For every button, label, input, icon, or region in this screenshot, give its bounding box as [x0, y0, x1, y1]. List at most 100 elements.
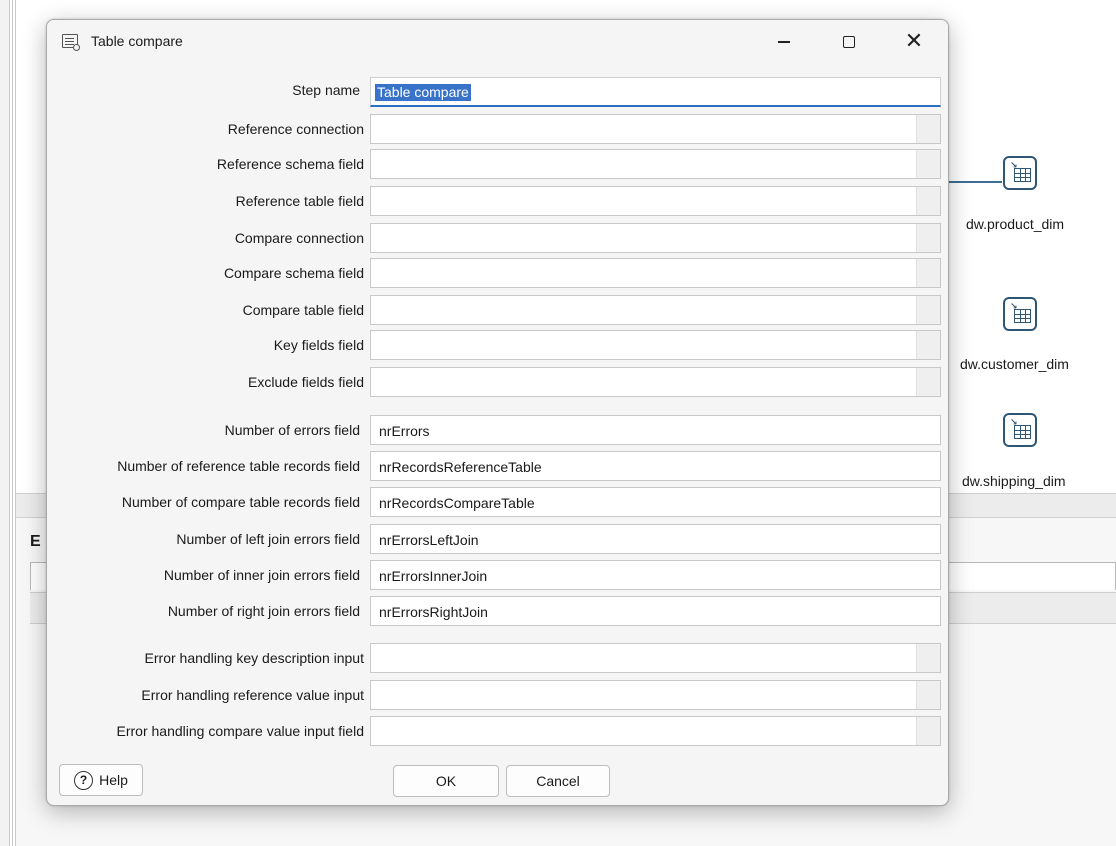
dialog-title: Table compare [91, 33, 183, 49]
reference-table-field-combo[interactable] [370, 186, 941, 216]
key-fields-field-label: Key fields field [273, 337, 364, 353]
error-handling-reference-value-input-combo[interactable] [370, 680, 941, 710]
step-name-value: Table compare [375, 84, 471, 101]
error-handling-key-description-input-combo[interactable] [370, 643, 941, 673]
compare-table-field-combo[interactable] [370, 295, 941, 325]
row-error-handling-compare-value-input-field: Error handling compare value input field [47, 716, 948, 746]
step-product-dim[interactable]: ↘ [1003, 156, 1037, 190]
dialog-titlebar[interactable]: Table compare ✕ [47, 20, 948, 64]
compare-connection-label: Compare connection [234, 230, 364, 246]
row-number-of-errors-field: Number of errors field nrErrors [47, 415, 948, 445]
row-reference-schema-field: Reference schema field [47, 149, 948, 179]
number-of-left-join-errors-field-value: nrErrorsLeftJoin [379, 532, 479, 548]
row-reference-table-field: Reference table field [47, 186, 948, 216]
maximize-button[interactable] [818, 20, 880, 64]
hop-line [940, 181, 1002, 183]
close-button[interactable]: ✕ [883, 20, 945, 64]
step-label-shipping-dim: dw.shipping_dim [962, 473, 1066, 489]
number-of-right-join-errors-field-label: Number of right join errors field [167, 603, 360, 619]
combo-dropdown-button[interactable] [916, 187, 940, 215]
row-compare-connection: Compare connection [47, 223, 948, 253]
error-handling-reference-value-input-label: Error handling reference value input [141, 687, 364, 703]
reference-connection-combo[interactable] [370, 114, 941, 144]
combo-dropdown-button[interactable] [916, 224, 940, 252]
step-name-label: Step name [292, 82, 360, 98]
number-of-errors-field-value: nrErrors [379, 423, 430, 439]
row-number-of-compare-table-records-field: Number of compare table records field nr… [47, 487, 948, 517]
step-shipping-dim[interactable]: ↘ [1003, 413, 1037, 447]
step-name-input[interactable]: Table compare [370, 77, 941, 107]
number-of-compare-table-records-field-value: nrRecordsCompareTable [379, 495, 535, 511]
number-of-inner-join-errors-field-input[interactable]: nrErrorsInnerJoin [370, 560, 941, 590]
left-panel-edge [0, 0, 10, 846]
row-step-name: Step name Table compare [47, 77, 948, 107]
row-number-of-inner-join-errors-field: Number of inner join errors field nrErro… [47, 560, 948, 590]
help-icon: ? [74, 770, 94, 790]
panel-title: E [30, 533, 41, 550]
key-fields-field-combo[interactable] [370, 330, 941, 360]
reference-table-field-label: Reference table field [235, 193, 364, 209]
table-output-icon [1014, 425, 1031, 439]
reference-schema-field-combo[interactable] [370, 149, 941, 179]
number-of-left-join-errors-field-label: Number of left join errors field [176, 531, 360, 547]
compare-schema-field-combo[interactable] [370, 258, 941, 288]
combo-dropdown-button[interactable] [916, 681, 940, 709]
row-compare-schema-field: Compare schema field [47, 258, 948, 288]
help-button[interactable]: ? Help [59, 764, 143, 796]
table-compare-dialog: Table compare ✕ Step name Table compare … [46, 19, 949, 806]
number-of-left-join-errors-field-input[interactable]: nrErrorsLeftJoin [370, 524, 941, 554]
number-of-inner-join-errors-field-value: nrErrorsInnerJoin [379, 568, 488, 584]
ok-button-label: OK [435, 773, 457, 789]
row-exclude-fields-field: Exclude fields field [47, 367, 948, 397]
row-compare-table-field: Compare table field [47, 295, 948, 325]
table-compare-icon [62, 34, 80, 51]
number-of-compare-table-records-field-label: Number of compare table records field [121, 494, 360, 510]
number-of-right-join-errors-field-input[interactable]: nrErrorsRightJoin [370, 596, 941, 626]
combo-dropdown-button[interactable] [916, 296, 940, 324]
error-handling-compare-value-input-field-label: Error handling compare value input field [116, 723, 364, 739]
cancel-button[interactable]: Cancel [506, 765, 610, 797]
row-number-of-reference-table-records-field: Number of reference table records field … [47, 451, 948, 481]
number-of-reference-table-records-field-value: nrRecordsReferenceTable [379, 459, 542, 475]
number-of-reference-table-records-field-input[interactable]: nrRecordsReferenceTable [370, 451, 941, 481]
minimize-icon [778, 41, 790, 43]
ok-button[interactable]: OK [393, 765, 499, 797]
combo-dropdown-button[interactable] [916, 259, 940, 287]
step-customer-dim[interactable]: ↘ [1003, 297, 1037, 331]
maximize-icon [843, 36, 855, 48]
number-of-errors-field-label: Number of errors field [224, 422, 360, 438]
combo-dropdown-button[interactable] [916, 644, 940, 672]
row-number-of-left-join-errors-field: Number of left join errors field nrError… [47, 524, 948, 554]
row-reference-connection: Reference connection [47, 114, 948, 144]
row-error-handling-key-description-input: Error handling key description input [47, 643, 948, 673]
combo-dropdown-button[interactable] [916, 150, 940, 178]
number-of-inner-join-errors-field-label: Number of inner join errors field [163, 567, 360, 583]
compare-connection-combo[interactable] [370, 223, 941, 253]
reference-schema-field-label: Reference schema field [216, 156, 364, 172]
help-button-label: Help [99, 772, 128, 788]
number-of-reference-table-records-field-label: Number of reference table records field [117, 458, 360, 474]
combo-dropdown-button[interactable] [916, 368, 940, 396]
error-handling-compare-value-input-field-combo[interactable] [370, 716, 941, 746]
exclude-fields-field-combo[interactable] [370, 367, 941, 397]
row-number-of-right-join-errors-field: Number of right join errors field nrErro… [47, 596, 948, 626]
combo-dropdown-button[interactable] [916, 717, 940, 745]
compare-table-field-label: Compare table field [242, 302, 364, 318]
compare-schema-field-label: Compare schema field [223, 265, 364, 281]
row-key-fields-field: Key fields field [47, 330, 948, 360]
close-icon: ✕ [904, 29, 924, 54]
step-label-product-dim: dw.product_dim [966, 216, 1065, 232]
number-of-errors-field-input[interactable]: nrErrors [370, 415, 941, 445]
number-of-right-join-errors-field-value: nrErrorsRightJoin [379, 604, 488, 620]
combo-dropdown-button[interactable] [916, 115, 940, 143]
reference-connection-label: Reference connection [227, 121, 364, 137]
exclude-fields-field-label: Exclude fields field [248, 374, 364, 390]
minimize-button[interactable] [753, 20, 815, 64]
combo-dropdown-button[interactable] [916, 331, 940, 359]
row-error-handling-reference-value-input: Error handling reference value input [47, 680, 948, 710]
number-of-compare-table-records-field-input[interactable]: nrRecordsCompareTable [370, 487, 941, 517]
table-output-icon [1014, 309, 1031, 323]
error-handling-key-description-input-label: Error handling key description input [144, 650, 364, 666]
cancel-button-label: Cancel [536, 773, 580, 789]
table-output-icon [1014, 168, 1031, 182]
